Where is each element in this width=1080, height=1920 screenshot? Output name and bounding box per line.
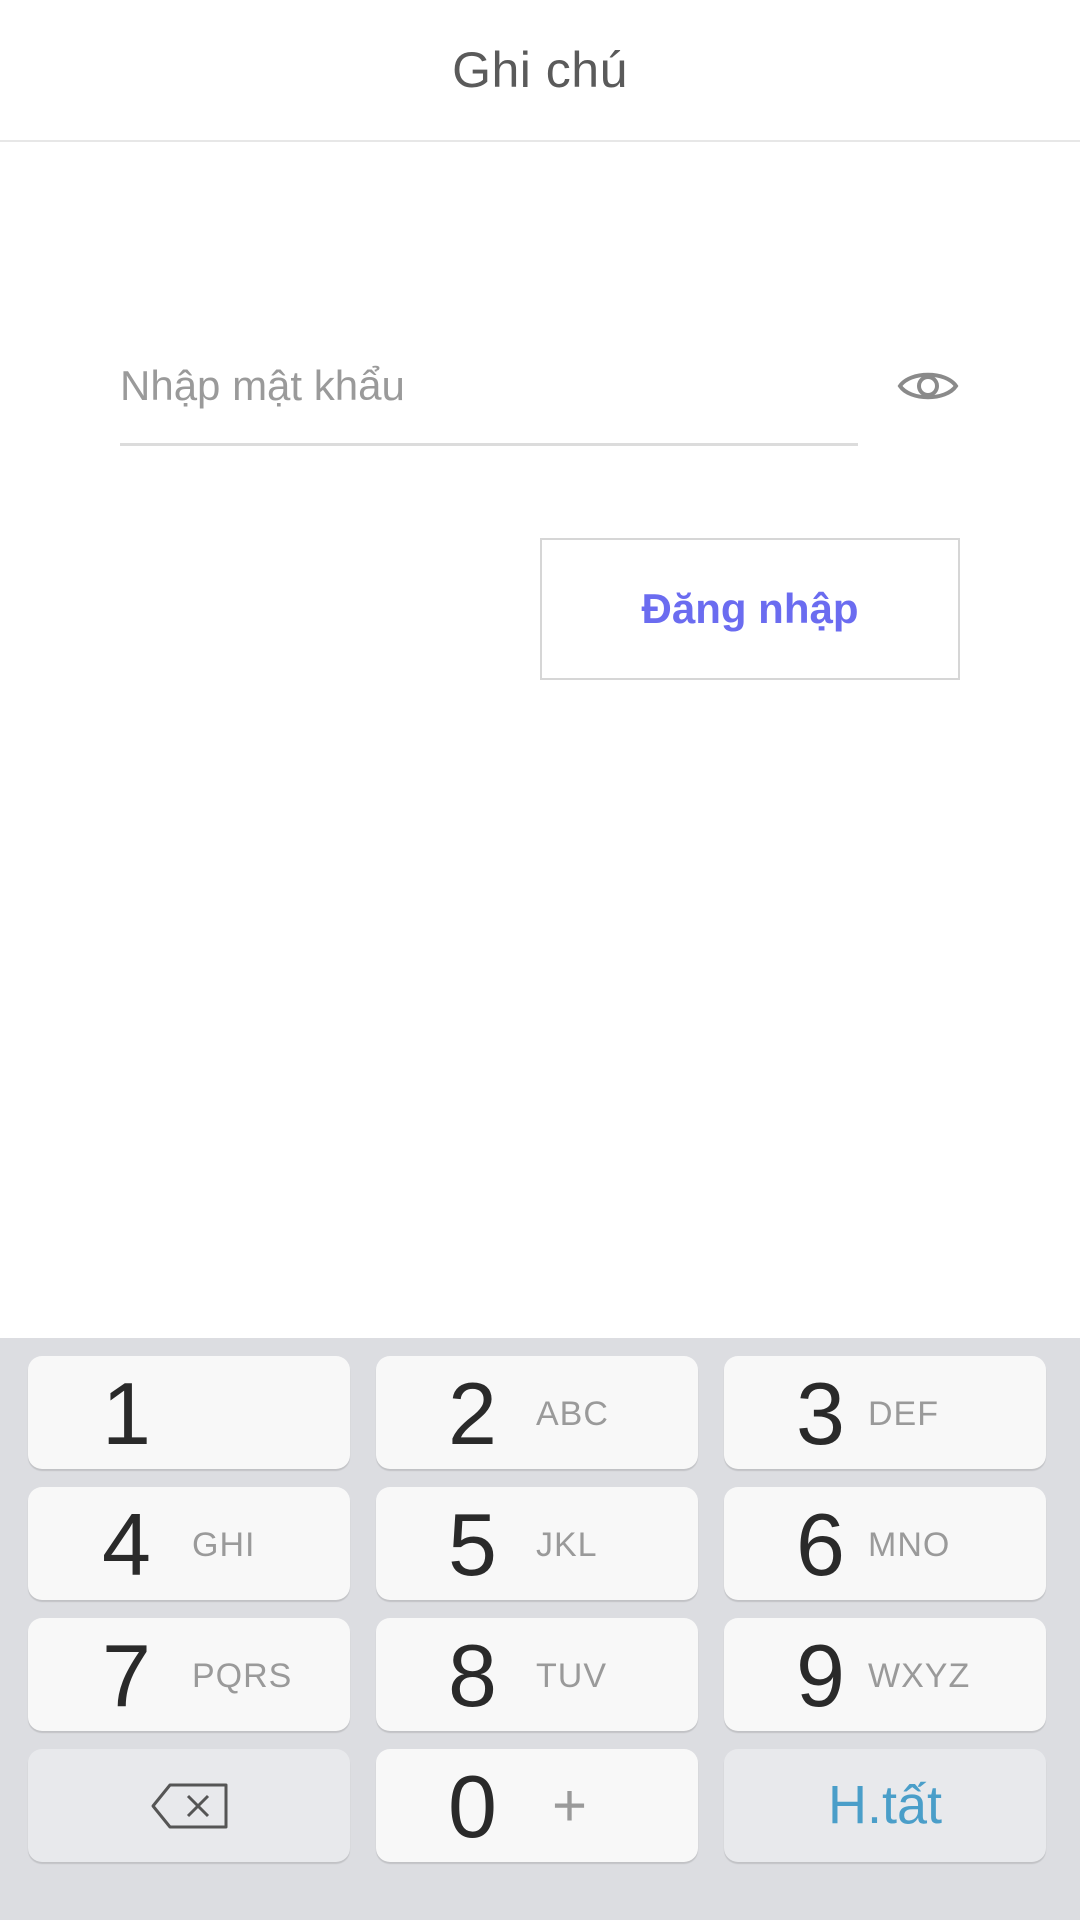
key-digit: 3	[796, 1364, 845, 1463]
key-letters: GHI	[192, 1526, 256, 1564]
eye-icon[interactable]	[896, 354, 960, 418]
app-root: Ghi chú Đăng nhập 1 2 ABC 3 DEF 4 GHI 5 …	[0, 0, 1080, 1920]
key-digit: 0	[448, 1757, 497, 1856]
key-6[interactable]: 6 MNO	[724, 1487, 1046, 1600]
key-letters: DEF	[868, 1395, 939, 1433]
key-digit: 1	[102, 1364, 151, 1463]
numeric-keypad: 1 2 ABC 3 DEF 4 GHI 5 JKL 6 MNO 7 PQRS 8	[0, 1338, 1080, 1920]
password-row	[120, 330, 960, 450]
key-digit: 2	[448, 1364, 497, 1463]
key-letters: ABC	[536, 1395, 609, 1433]
key-digit: 8	[448, 1626, 497, 1725]
backspace-key[interactable]	[28, 1749, 350, 1862]
key-1[interactable]: 1	[28, 1356, 350, 1469]
key-9[interactable]: 9 WXYZ	[724, 1618, 1046, 1731]
key-3[interactable]: 3 DEF	[724, 1356, 1046, 1469]
key-letters: WXYZ	[868, 1657, 971, 1695]
key-digit: 4	[102, 1495, 151, 1594]
page-title: Ghi chú	[452, 42, 628, 98]
login-button-label: Đăng nhập	[641, 585, 859, 632]
key-7[interactable]: 7 PQRS	[28, 1618, 350, 1731]
key-letters: MNO	[868, 1526, 951, 1564]
password-field[interactable]	[120, 330, 858, 446]
key-letters: JKL	[536, 1526, 598, 1564]
key-2[interactable]: 2 ABC	[376, 1356, 698, 1469]
key-letters: PQRS	[192, 1657, 293, 1695]
done-key[interactable]: H.tất	[724, 1749, 1046, 1862]
done-key-label: H.tất	[827, 1775, 943, 1835]
key-8[interactable]: 8 TUV	[376, 1618, 698, 1731]
eye-icon-graphic	[897, 372, 959, 400]
key-digit: 5	[448, 1495, 497, 1594]
key-digit: 9	[796, 1626, 845, 1725]
key-letters: TUV	[536, 1657, 607, 1695]
key-plus: +	[552, 1772, 588, 1839]
key-5[interactable]: 5 JKL	[376, 1487, 698, 1600]
top-bar: Ghi chú	[0, 0, 1080, 142]
backspace-icon	[151, 1783, 228, 1829]
password-input[interactable]	[120, 354, 840, 418]
login-button[interactable]: Đăng nhập	[540, 538, 960, 680]
key-digit: 7	[102, 1626, 151, 1725]
key-4[interactable]: 4 GHI	[28, 1487, 350, 1600]
key-digit: 6	[796, 1495, 845, 1594]
key-0[interactable]: 0 +	[376, 1749, 698, 1862]
